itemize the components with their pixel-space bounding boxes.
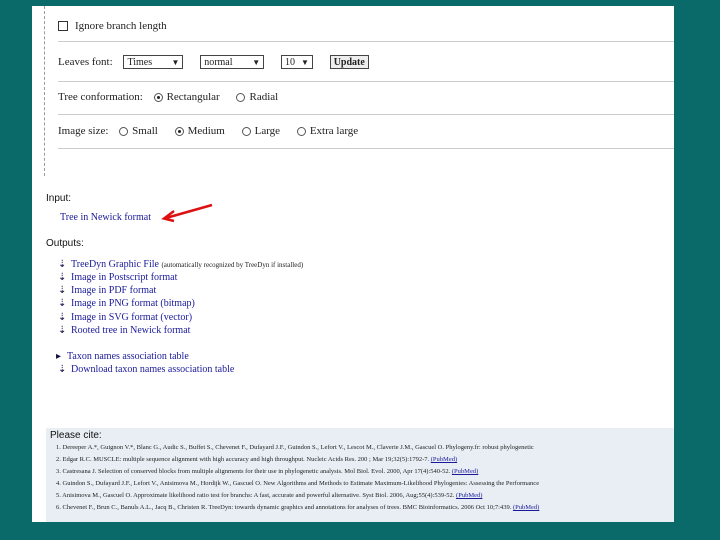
- leaves-font-row: Leaves font: Times ▼ normal ▼ 10 ▼ Update: [58, 55, 674, 69]
- download-icon: ⇣: [58, 298, 67, 309]
- pubmed-link[interactable]: (PubMed): [513, 504, 539, 511]
- ignore-branch-length-label: Ignore branch length: [75, 20, 167, 32]
- output-item-pdf[interactable]: ⇣ Image in PDF format: [58, 285, 156, 296]
- tree-conformation-row: Tree conformation: Rectangular Radial: [58, 91, 674, 103]
- radio-label: Rectangular: [166, 91, 220, 103]
- pubmed-link[interactable]: (PubMed): [456, 492, 482, 499]
- radio-label: Medium: [187, 125, 225, 137]
- output-item-svg[interactable]: ⇣ Image in SVG format (vector): [58, 312, 192, 323]
- citation-line: 1. Dereeper A.*, Guignon V.*, Blanc G., …: [56, 444, 534, 451]
- output-link[interactable]: Image in PDF format: [71, 285, 156, 296]
- radio-label: Large: [254, 125, 281, 137]
- citation-line: 5. Anisimova M., Gascuel O. Approximate …: [56, 492, 482, 499]
- newick-input-link[interactable]: Tree in Newick format: [60, 212, 151, 223]
- radio-radial[interactable]: Radial: [236, 91, 278, 103]
- font-size-value: 10: [284, 57, 295, 68]
- font-family-select[interactable]: Times ▼: [123, 55, 184, 69]
- outputs-heading: Outputs:: [46, 238, 84, 249]
- separator: [58, 41, 674, 42]
- output-link[interactable]: Rooted tree in Newick format: [71, 325, 190, 336]
- citation-text: 2. Edgar R.C. MUSCLE: multiple sequence …: [56, 456, 431, 463]
- radio-medium[interactable]: Medium: [174, 125, 225, 137]
- citation-heading: Please cite:: [50, 430, 102, 441]
- taxon-download-item[interactable]: ⇣ Download taxon names association table: [58, 364, 234, 375]
- output-link[interactable]: TreeDyn Graphic File: [71, 259, 159, 270]
- download-icon: ⇣: [58, 325, 67, 336]
- radio-small[interactable]: Small: [119, 125, 158, 137]
- output-link[interactable]: Image in PNG format (bitmap): [71, 298, 195, 309]
- separator: [58, 148, 674, 149]
- output-link[interactable]: Image in Postscript format: [71, 272, 177, 283]
- taxon-table-link[interactable]: Taxon names association table: [67, 351, 189, 362]
- update-button[interactable]: Update: [329, 55, 369, 69]
- radio-label: Small: [132, 125, 158, 137]
- pubmed-link[interactable]: (PubMed): [452, 468, 478, 475]
- leaves-font-label: Leaves font:: [58, 55, 113, 68]
- citation-text: 3. Castresana J. Selection of conserved …: [56, 468, 452, 475]
- output-link[interactable]: Image in SVG format (vector): [71, 312, 192, 323]
- image-size-row: Image size: Small Medium Large Extra lar…: [58, 125, 674, 137]
- citation-text: 4. Guindon S., Dufayard J.F., Lefort V.,…: [56, 480, 540, 487]
- separator: [58, 81, 674, 82]
- pubmed-link[interactable]: (PubMed): [431, 456, 457, 463]
- download-icon: ⇣: [58, 285, 67, 296]
- dropdown-arrow-icon: ▼: [301, 58, 309, 67]
- image-size-label: Image size:: [58, 125, 109, 137]
- download-icon: ⇣: [58, 259, 67, 270]
- radio-button[interactable]: [153, 92, 163, 102]
- radio-button[interactable]: [296, 126, 306, 136]
- taxon-download-link[interactable]: Download taxon names association table: [71, 364, 234, 375]
- download-icon: ⇣: [58, 272, 67, 283]
- radio-label: Radial: [249, 91, 279, 103]
- radio-button[interactable]: [241, 126, 251, 136]
- input-heading: Input:: [46, 193, 72, 204]
- web-page: Ignore branch length Leaves font: Times ▼…: [32, 6, 674, 522]
- citation-text: 5. Anisimova M., Gascuel O. Approximate …: [56, 492, 457, 499]
- citation-line: 2. Edgar R.C. MUSCLE: multiple sequence …: [56, 456, 457, 463]
- radio-button[interactable]: [236, 92, 246, 102]
- dropdown-arrow-icon: ▼: [252, 58, 261, 67]
- output-item-postscript[interactable]: ⇣ Image in Postscript format: [58, 272, 177, 283]
- font-style-select[interactable]: normal ▼: [200, 55, 265, 69]
- citation-text: 1. Dereeper A.*, Guignon V.*, Blanc G., …: [56, 444, 534, 451]
- font-family-value: Times: [127, 57, 153, 68]
- output-item-png[interactable]: ⇣ Image in PNG format (bitmap): [58, 298, 195, 309]
- ignore-branch-length-row: Ignore branch length: [58, 20, 674, 32]
- taxon-table-item[interactable]: ▸ Taxon names association table: [56, 351, 189, 362]
- radio-large[interactable]: Large: [241, 125, 281, 137]
- citation-line: 6. Chevenet F., Brun C., Banuls A.L., Ja…: [56, 504, 539, 511]
- font-size-select[interactable]: 10 ▼: [280, 55, 313, 69]
- dashed-divider: [44, 6, 45, 176]
- radio-extra-large[interactable]: Extra large: [296, 125, 359, 137]
- radio-rectangular[interactable]: Rectangular: [153, 91, 220, 103]
- citation-panel: Please cite: 1. Dereeper A.*, Guignon V.…: [46, 428, 674, 522]
- arrow-right-icon: ▸: [56, 351, 62, 362]
- download-icon: ⇣: [58, 312, 67, 323]
- output-item-treedyn[interactable]: ⇣ TreeDyn Graphic File (automatically rec…: [58, 259, 303, 270]
- radio-button[interactable]: [174, 126, 184, 136]
- citation-line: 4. Guindon S., Dufayard J.F., Lefort V.,…: [56, 480, 539, 487]
- output-item-newick[interactable]: ⇣ Rooted tree in Newick format: [58, 325, 190, 336]
- download-icon: ⇣: [58, 364, 67, 375]
- dropdown-arrow-icon: ▼: [171, 58, 180, 67]
- citation-line: 3. Castresana J. Selection of conserved …: [56, 468, 478, 475]
- tree-conformation-label: Tree conformation:: [58, 91, 143, 103]
- radio-label: Extra large: [309, 125, 359, 137]
- ignore-branch-length-checkbox[interactable]: [58, 21, 68, 32]
- red-arrow-icon: [161, 203, 213, 223]
- output-note: (automatically recognized by TreeDyn if …: [161, 261, 304, 269]
- radio-button[interactable]: [119, 126, 129, 136]
- font-style-value: normal: [204, 57, 233, 68]
- separator: [58, 114, 674, 115]
- citation-text: 6. Chevenet F., Brun C., Banuls A.L., Ja…: [56, 504, 513, 511]
